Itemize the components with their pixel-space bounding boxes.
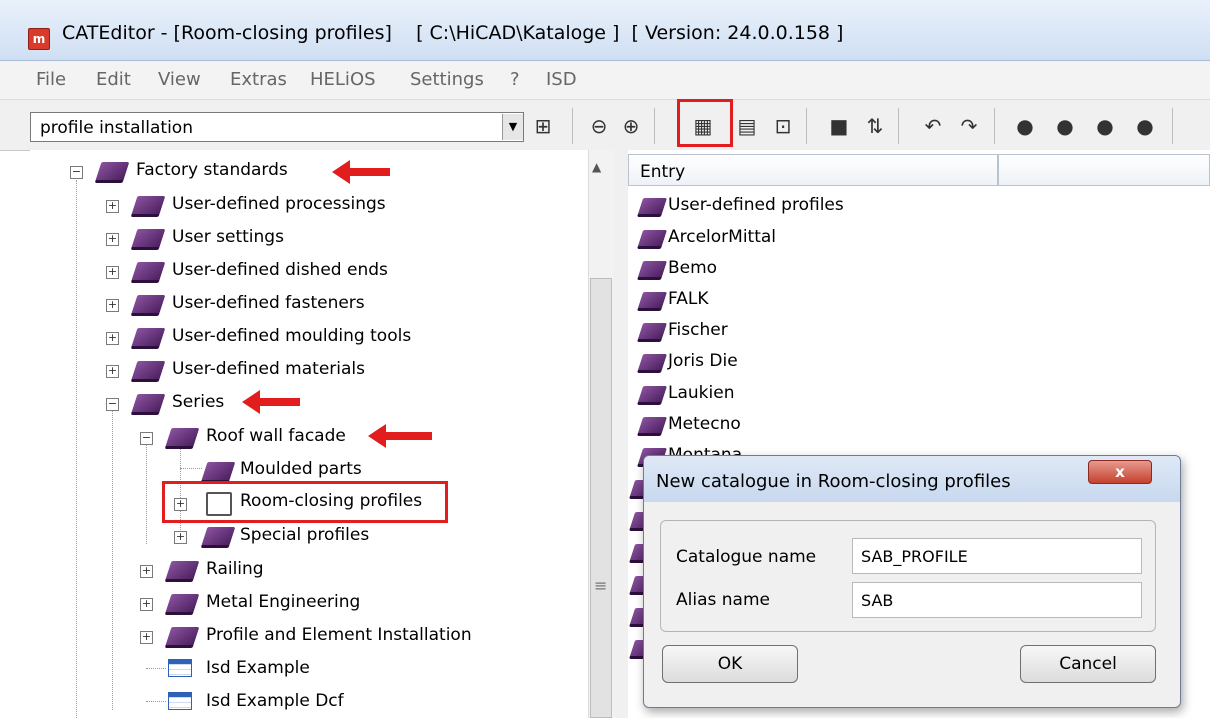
panel-splitter[interactable] [614,150,629,718]
scroll-up-icon[interactable]: ▲ [592,160,601,174]
tree-item-user-defined-dished-ends[interactable]: User-defined dished ends [172,260,388,280]
catalogue-name-label: Catalogue name [676,547,817,567]
cancel-button[interactable]: Cancel [1020,645,1156,683]
expand-toggle[interactable]: + [106,332,119,345]
menu-edit[interactable]: Edit [96,69,131,90]
expand-toggle[interactable]: + [106,233,119,246]
list-item[interactable]: ArcelorMittal [668,227,776,247]
tree-line [76,180,77,718]
list-item[interactable]: Bemo [668,258,717,278]
search-combo-value: profile installation [40,118,193,138]
back-icon[interactable]: ⊖ [586,112,612,140]
forward-icon[interactable]: ⊕ [618,112,644,140]
undo-icon[interactable]: ↶ [920,112,946,140]
toolbar-separator [994,108,995,144]
toolbar-separator [806,108,807,144]
collapse-toggle[interactable]: − [106,398,119,411]
tree-item-railing[interactable]: Railing [206,559,264,579]
tree-item-isd-example-dcf[interactable]: Isd Example Dcf [206,691,344,711]
remove-book-icon[interactable]: ● [1132,112,1158,140]
tree-item-profile-and-element-installation[interactable]: Profile and Element Installation [206,625,472,645]
expand-toggle[interactable]: + [174,498,187,511]
save-icon[interactable]: ■ [826,112,852,140]
binoculars-icon[interactable]: ⊞ [530,112,556,140]
expand-toggle[interactable]: + [140,631,153,644]
toolbar-separator [572,108,573,144]
chevron-down-icon[interactable]: ▼ [502,114,523,140]
catalogue-name-input[interactable]: SAB_PROFILE [852,538,1142,574]
list-item[interactable]: Metecno [668,414,741,434]
menu-view[interactable]: View [158,69,201,90]
menu-file[interactable]: File [36,69,66,90]
red-arrow-annotation [368,424,432,448]
toolbar-separator [654,108,655,144]
expand-toggle[interactable]: + [174,531,187,544]
menu-helios[interactable]: HELiOS [310,69,376,90]
red-arrow-annotation [332,160,390,184]
list-item[interactable]: Joris Die [668,351,738,371]
alias-name-input[interactable]: SAB [852,582,1142,618]
table-icon [168,692,192,710]
dialog-title: New catalogue in Room-closing profiles [656,471,1011,492]
tree-line [146,668,166,669]
list-item[interactable]: FALK [668,289,708,309]
ok-button[interactable]: OK [662,645,798,683]
collapse-toggle[interactable]: − [140,432,153,445]
list-item[interactable]: Fischer [668,320,728,340]
list-item[interactable]: Laukien [668,383,734,403]
menu-settings[interactable]: Settings [410,69,484,90]
tree-item-user-defined-materials[interactable]: User-defined materials [172,359,365,379]
table-icon [168,659,192,677]
table-insert-icon[interactable]: ⊡ [770,112,796,140]
tree-item-factory-standards[interactable]: Factory standards [136,160,288,180]
tree-item-user-defined-moulding-tools[interactable]: User-defined moulding tools [172,326,411,346]
sort-icon[interactable]: ⇅ [862,112,888,140]
list-column-header-empty[interactable] [998,154,1210,186]
toolbar-separator [898,108,899,144]
toolbar-separator [1172,108,1173,144]
tree-item-room-closing-profiles[interactable]: Room-closing profiles [240,491,422,511]
tree-item-moulded-parts[interactable]: Moulded parts [240,459,362,479]
window-title: CATEditor - [Room-closing profiles] [ C:… [62,22,844,44]
tree-item-user-defined-fasteners[interactable]: User-defined fasteners [172,293,365,313]
menu-isd[interactable]: ISD [546,69,577,90]
menu-help[interactable]: ? [510,69,520,90]
collapse-toggle[interactable]: − [70,166,83,179]
tree-item-user-settings[interactable]: User settings [172,227,284,247]
alias-name-label: Alias name [676,590,770,610]
tree-line [180,468,202,469]
red-arrow-annotation [242,390,300,414]
tree-item-isd-example[interactable]: Isd Example [206,658,310,678]
scrollbar-thumb[interactable] [590,278,612,718]
redo-icon[interactable]: ↷ [956,112,982,140]
menu-bar: File Edit View Extras HELiOS Settings ? … [0,61,1210,100]
close-button[interactable]: x [1088,460,1152,484]
expand-toggle[interactable]: + [140,565,153,578]
add-book-icon[interactable]: ● [1052,112,1078,140]
list-header-entry: Entry [640,162,686,182]
tree-item-user-defined-processings[interactable]: User-defined processings [172,194,386,214]
expand-toggle[interactable]: + [106,365,119,378]
tree-item-special-profiles[interactable]: Special profiles [240,525,369,545]
tree-line [112,410,113,710]
tree-item-metal-engineering[interactable]: Metal Engineering [206,592,360,612]
expand-toggle[interactable]: + [140,598,153,611]
document-icon[interactable]: ▤ [734,112,760,140]
open-catalogue-icon [206,492,232,516]
add-book-icon[interactable]: ● [1012,112,1038,140]
menu-extras[interactable]: Extras [230,69,287,90]
grip-icon: ≡ [594,576,608,595]
expand-toggle[interactable]: + [106,266,119,279]
list-item[interactable]: User-defined profiles [668,195,844,215]
tree-item-series[interactable]: Series [172,392,224,412]
tree-item-roof-wall-facade[interactable]: Roof wall facade [206,426,346,446]
tree-line [146,701,166,702]
highlight-box-new-catalogue [677,99,733,147]
add-book-icon[interactable]: ● [1092,112,1118,140]
tree-line [146,444,147,544]
expand-toggle[interactable]: + [106,200,119,213]
cateditor-app-icon: m [28,28,50,50]
expand-toggle[interactable]: + [106,299,119,312]
